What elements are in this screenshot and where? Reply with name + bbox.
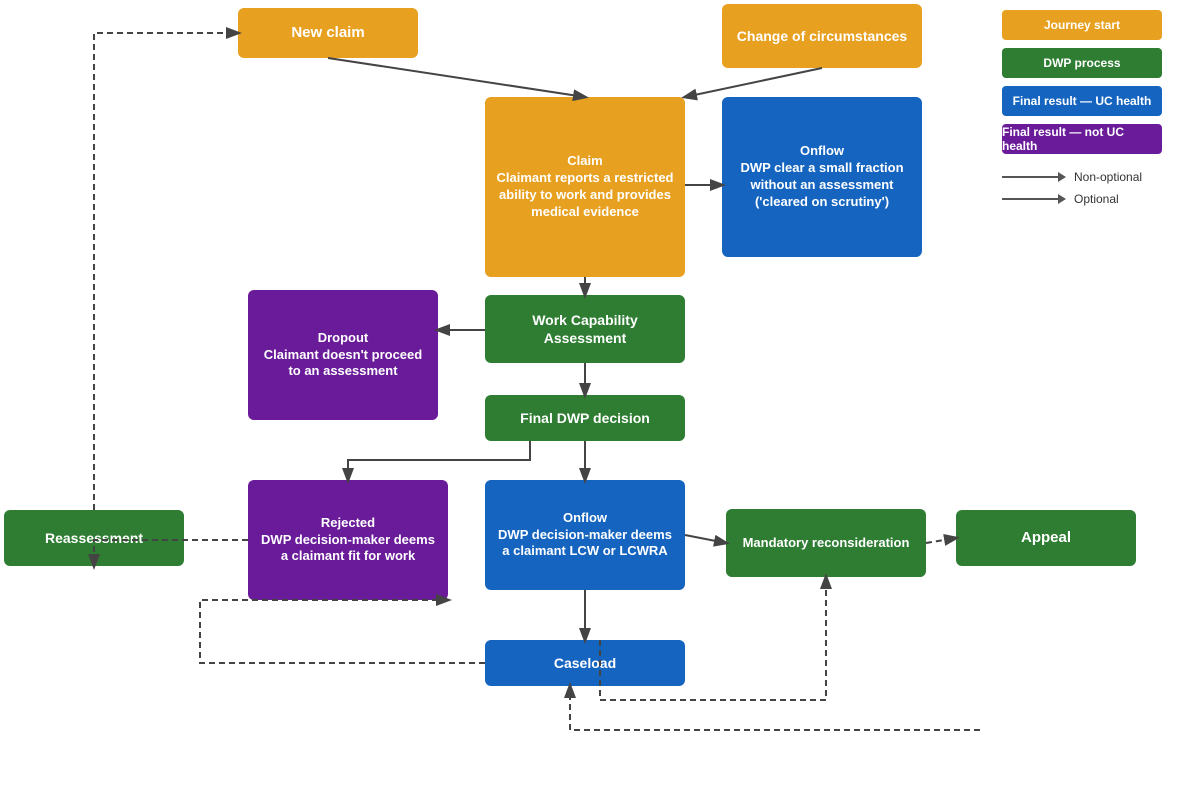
final-dwp-node: Final DWP decision [485,395,685,441]
legend-optional: Optional [1002,192,1192,206]
claim-node: Claim Claimant reports a restricted abil… [485,97,685,277]
mandatory-reconsideration-node: Mandatory reconsideration [726,509,926,577]
legend-final-not-uc-health: Final result — not UC health [1002,124,1192,154]
legend-dwp-process: DWP process [1002,48,1192,78]
new-claim-node: New claim [238,8,418,58]
rejected-node: Rejected DWP decision-maker deems a clai… [248,480,448,600]
caseload-node: Caseload [485,640,685,686]
onflow-top-node: Onflow DWP clear a small fraction withou… [722,97,922,257]
appeal-node: Appeal [956,510,1136,566]
wca-node: Work Capability Assessment [485,295,685,363]
legend-final-uc-health: Final result — UC health [1002,86,1192,116]
legend: Journey start DWP process Final result —… [1002,10,1192,206]
onflow-bottom-node: Onflow DWP decision-maker deems a claima… [485,480,685,590]
dropout-node: Dropout Claimant doesn't proceed to an a… [248,290,438,420]
legend-journey-start: Journey start [1002,10,1192,40]
reassessment-node: Reassessment [4,510,184,566]
legend-non-optional: Non-optional Optional [1002,170,1192,206]
change-of-circumstances-node: Change of circumstances [722,4,922,68]
